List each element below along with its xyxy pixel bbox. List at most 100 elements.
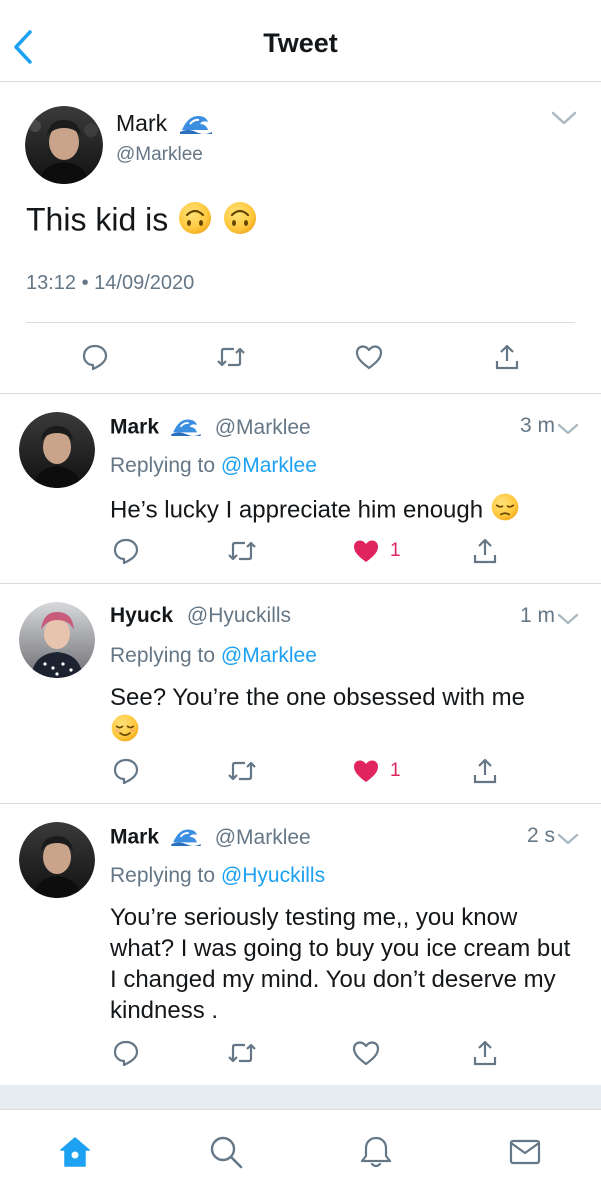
reply-icon: [82, 344, 108, 371]
author-name: Mark: [110, 825, 160, 849]
search-icon: [210, 1136, 243, 1169]
like-count: 1: [390, 760, 401, 781]
author-handle: @Marklee: [214, 825, 311, 849]
reply-text: He’s lucky I appreciate him enough: [110, 496, 484, 524]
reply-time: 3 m: [519, 414, 555, 437]
reply-button[interactable]: [112, 756, 140, 786]
top-nav-bar: Tweet: [0, 0, 601, 82]
retweet-icon: [228, 1043, 256, 1063]
author-handle: @Hyuckills: [186, 604, 292, 627]
reply-button[interactable]: [112, 536, 140, 566]
pensive-face-emoji: [490, 492, 520, 530]
mention-link[interactable]: @Marklee: [221, 644, 317, 667]
chevron-down-icon: [557, 613, 579, 625]
reply-icon: [113, 758, 139, 785]
tweet-actions: 1: [0, 536, 601, 566]
reply-tweet[interactable]: Hyuck @Hyuckills 1 m Replying to @Markle…: [0, 584, 601, 804]
water-wave-emoji: [171, 414, 201, 442]
home-icon: [60, 1137, 90, 1167]
replying-label: Replying to: [110, 454, 221, 477]
heart-outline-icon: [355, 345, 383, 370]
more-options-button[interactable]: [557, 422, 579, 436]
heart-outline-icon: [352, 1041, 380, 1066]
tweet-actions: [0, 1038, 601, 1068]
retweet-button[interactable]: [227, 756, 257, 786]
retweet-icon: [228, 761, 256, 781]
more-options-button[interactable]: [551, 110, 577, 126]
main-tweet: Mark @Marklee This kid is 13:12 • 14/09/…: [0, 82, 601, 394]
like-button[interactable]: [352, 1038, 380, 1068]
bottom-tab-bar: [0, 1109, 601, 1200]
share-icon: [473, 538, 497, 564]
retweet-icon: [217, 347, 245, 367]
retweet-button[interactable]: [227, 536, 257, 566]
like-button[interactable]: 1: [352, 756, 401, 786]
replying-label: Replying to: [110, 644, 221, 667]
share-icon: [473, 1040, 497, 1066]
more-options-button[interactable]: [557, 832, 579, 846]
avatar[interactable]: [25, 106, 103, 184]
chevron-down-icon: [557, 423, 579, 435]
share-button[interactable]: [472, 756, 498, 786]
water-wave-emoji: [171, 824, 201, 852]
like-count: 1: [390, 540, 401, 561]
share-button[interactable]: [472, 536, 498, 566]
author-name: Mark: [110, 415, 160, 439]
upside-down-face-emoji: [177, 200, 213, 244]
retweet-button[interactable]: [216, 342, 246, 372]
tab-search[interactable]: [206, 1132, 246, 1172]
profile-photo: [19, 822, 95, 898]
section-separator: [0, 1085, 601, 1109]
like-button[interactable]: 1: [352, 536, 401, 566]
author-name: Mark: [116, 110, 168, 137]
upside-down-face-emoji: [222, 200, 258, 244]
reply-text: See? You’re the one obsessed with me: [110, 684, 525, 711]
reply-time: 2 s: [526, 824, 555, 847]
share-icon: [495, 344, 519, 370]
share-icon: [473, 758, 497, 784]
mention-link[interactable]: @Hyuckills: [221, 864, 325, 887]
reply-button[interactable]: [112, 1038, 140, 1068]
reply-text: You’re seriously testing me,, you know w…: [110, 904, 571, 1024]
heart-filled-icon: [354, 760, 378, 782]
tweet-text: This kid is: [26, 201, 169, 238]
reply-icon: [113, 1040, 139, 1067]
author-handle: @Marklee: [214, 415, 311, 439]
profile-photo: [19, 602, 95, 678]
tab-messages[interactable]: [505, 1132, 545, 1172]
water-wave-emoji: [179, 110, 212, 140]
author-name: Hyuck: [110, 604, 174, 627]
divider: [26, 322, 575, 323]
replying-label: Replying to: [110, 864, 221, 887]
avatar[interactable]: [19, 412, 95, 488]
chevron-down-icon: [557, 833, 579, 845]
reply-button[interactable]: [81, 342, 109, 372]
retweet-button[interactable]: [227, 1038, 257, 1068]
reply-tweet[interactable]: Mark @Marklee 2 s Replying to @Hyuckills…: [0, 804, 601, 1085]
tweet-timestamp: 13:12 • 14/09/2020: [26, 272, 195, 294]
relieved-face-emoji: [110, 713, 140, 751]
tweet-actions: [0, 342, 601, 372]
avatar[interactable]: [19, 602, 95, 678]
reply-time: 1 m: [519, 604, 555, 627]
notifications-icon: [360, 1136, 392, 1168]
more-options-button[interactable]: [557, 612, 579, 626]
heart-filled-icon: [354, 540, 378, 562]
reply-tweet[interactable]: Mark @Marklee 3 m Replying to @Marklee H…: [0, 394, 601, 584]
avatar[interactable]: [19, 822, 95, 898]
reply-icon: [113, 538, 139, 565]
like-button[interactable]: [355, 342, 383, 372]
author-handle: @Marklee: [116, 144, 203, 165]
share-button[interactable]: [494, 342, 520, 372]
messages-icon: [509, 1139, 541, 1165]
page-title: Tweet: [263, 28, 338, 58]
profile-photo: [19, 412, 95, 488]
retweet-icon: [228, 541, 256, 561]
mention-link[interactable]: @Marklee: [221, 454, 317, 477]
tab-home[interactable]: [55, 1132, 95, 1172]
profile-photo: [25, 106, 103, 184]
tab-notifications[interactable]: [356, 1132, 396, 1172]
tweet-actions: 1: [0, 756, 601, 786]
chevron-down-icon: [551, 111, 577, 125]
share-button[interactable]: [472, 1038, 498, 1068]
